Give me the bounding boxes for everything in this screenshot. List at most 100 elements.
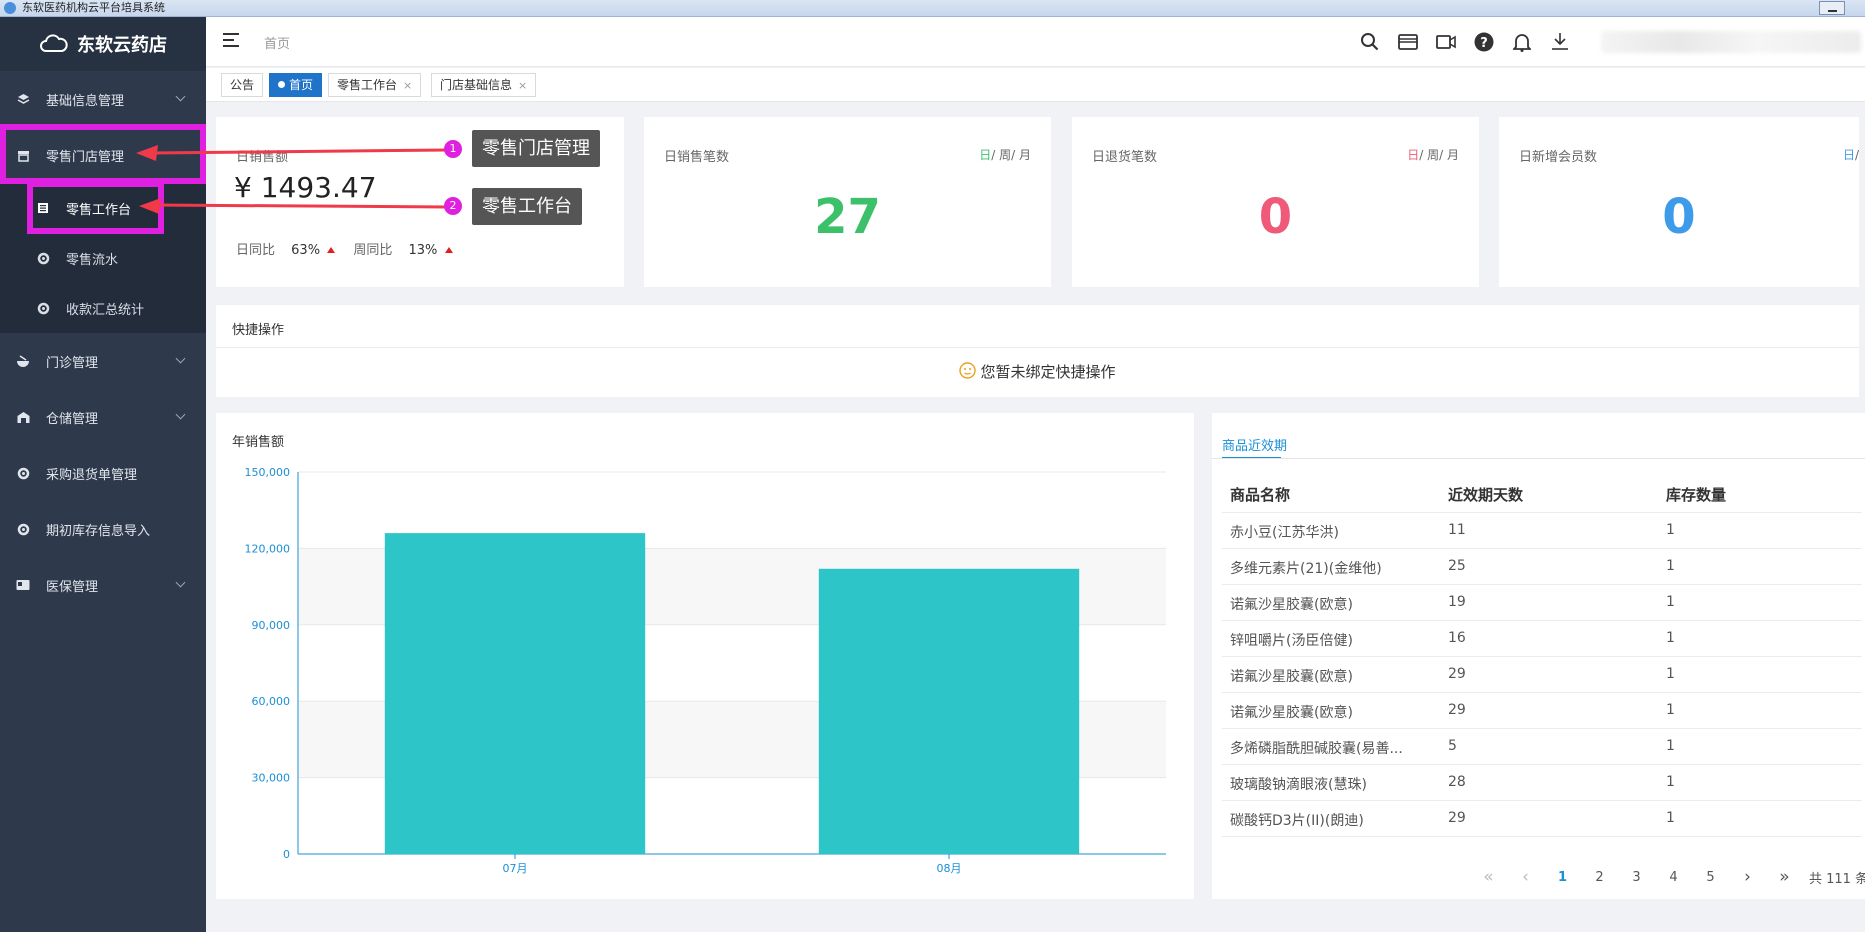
table-row[interactable]: 诺氟沙星胶囊(欧意) 19 1: [1222, 585, 1862, 621]
logo[interactable]: 东软云药店: [0, 17, 206, 71]
sidebar-item-label: 基础信息管理: [46, 93, 125, 109]
next-page-icon[interactable]: ›: [1729, 867, 1766, 887]
table-cell: 诺氟沙星胶囊(欧意): [1230, 597, 1353, 613]
table-cell: 5: [1448, 738, 1457, 754]
table-cell: 1: [1666, 702, 1675, 718]
user-info-blurred[interactable]: [1601, 31, 1861, 53]
table-cell: 29: [1448, 810, 1466, 826]
table-cell: 赤小豆(江苏华洪): [1230, 525, 1339, 541]
page-number[interactable]: 4: [1655, 870, 1692, 885]
y-tick-label: 0: [283, 848, 290, 861]
table-row[interactable]: 碳酸钙D3片(II)(朗迪) 29 1: [1222, 801, 1862, 837]
annotation-callout-1: 零售门店管理: [472, 130, 600, 167]
sidebar-item-label: 收款汇总统计: [66, 302, 145, 318]
table-cell: 19: [1448, 594, 1466, 610]
last-page-icon[interactable]: »: [1766, 867, 1803, 887]
period-switch[interactable]: 日/ 周/ 月: [979, 146, 1031, 163]
sidebar-item-initial-stock[interactable]: 期初库存信息导入: [0, 501, 206, 557]
table-cell: 29: [1448, 702, 1466, 718]
period-week[interactable]: /: [1855, 148, 1859, 162]
card-icon: [16, 578, 30, 592]
smile-icon: [959, 362, 977, 383]
period-day[interactable]: 日: [979, 148, 991, 162]
close-icon[interactable]: ×: [518, 79, 527, 92]
table-row[interactable]: 多烯磷脂酰胆碱胶囊(易善... 5 1: [1222, 729, 1862, 765]
tab-store-info[interactable]: 门店基础信息 ×: [431, 73, 537, 97]
chevron-down-icon: [175, 409, 186, 420]
daily-members-value: 0: [1662, 189, 1696, 245]
period-day[interactable]: 日: [1407, 148, 1419, 162]
x-tick-label: 07月: [503, 862, 528, 875]
table-cell: 1: [1666, 522, 1675, 538]
window-titlebar: 东软医药机构云平台培具系统: [0, 0, 1865, 17]
table-row[interactable]: 玻璃酸钠滴眼液(慧珠) 28 1: [1222, 765, 1862, 801]
sidebar-item-retail-flow[interactable]: 零售流水: [0, 233, 206, 283]
quick-empty-text: 您暂未绑定快捷操作: [980, 363, 1116, 381]
stat-title: 日销售额: [236, 150, 289, 165]
wallet-icon[interactable]: [1397, 31, 1418, 52]
table-cell: 1: [1666, 666, 1675, 682]
tab-retail-workbench[interactable]: 零售工作台 ×: [328, 73, 422, 97]
tab-announcement[interactable]: 公告: [221, 73, 264, 97]
day-compare-label: 日同比: [236, 243, 276, 258]
tab-expiry[interactable]: 商品近效期: [1222, 435, 1287, 454]
annotation-badge-2: 2: [444, 197, 462, 215]
annual-sales-panel: 年销售额 0 30,000 60,000 90,000 120,000 150,000 07…: [216, 413, 1194, 899]
layers-icon: [16, 92, 30, 106]
breadcrumb[interactable]: 首页: [264, 33, 290, 52]
page-number[interactable]: 1: [1544, 870, 1581, 885]
daily-orders-card: 日销售笔数 日/ 周/ 月 27: [644, 117, 1051, 287]
column-header: 商品名称: [1230, 486, 1291, 504]
period-switch[interactable]: 日/: [1843, 146, 1859, 163]
quick-empty-row: 您暂未绑定快捷操作: [216, 361, 1859, 383]
table-cell: 1: [1666, 630, 1675, 646]
sidebar-item-basic-info[interactable]: 基础信息管理: [0, 71, 206, 127]
period-month[interactable]: / 月: [1011, 148, 1031, 162]
sidebar-item-clinic[interactable]: 门诊管理: [0, 333, 206, 389]
first-page-icon[interactable]: «: [1470, 867, 1507, 887]
sidebar-item-warehouse[interactable]: 仓储管理: [0, 389, 206, 445]
pagination: «‹ 1 2 3 4 5 ›» 共 111 条: [1212, 867, 1865, 887]
prev-page-icon[interactable]: ‹: [1507, 867, 1544, 887]
tab-home[interactable]: 首页: [269, 73, 323, 97]
menu-toggle-icon[interactable]: [223, 33, 239, 47]
period-month[interactable]: / 月: [1439, 148, 1459, 162]
y-tick-label: 150,000: [245, 466, 291, 479]
sidebar-item-purchase-return[interactable]: 采购退货单管理: [0, 445, 206, 501]
close-icon[interactable]: ×: [403, 79, 412, 92]
video-icon[interactable]: [1435, 31, 1456, 52]
chevron-down-icon: [175, 353, 186, 364]
page-number[interactable]: 3: [1618, 870, 1655, 885]
help-icon[interactable]: ?: [1473, 31, 1494, 52]
gear-icon: [16, 466, 30, 480]
annual-sales-chart: 0 30,000 60,000 90,000 120,000 150,000 07月 08月: [245, 466, 1166, 875]
header-icons: ?: [1359, 31, 1570, 52]
table-row[interactable]: 多维元素片(21)(金维他) 25 1: [1222, 549, 1862, 585]
period-switch[interactable]: 日/ 周/ 月: [1407, 146, 1459, 163]
sidebar-item-payment-summary[interactable]: 收款汇总统计: [0, 283, 206, 333]
sidebar-item-medical-insurance[interactable]: 医保管理: [0, 557, 206, 613]
page-number[interactable]: 5: [1692, 870, 1729, 885]
tab-label: 公告: [230, 78, 255, 92]
sidebar-item-label: 采购退货单管理: [46, 467, 138, 483]
minimize-button[interactable]: [1819, 1, 1845, 15]
table-cell: 28: [1448, 774, 1466, 790]
period-week[interactable]: / 周: [1419, 148, 1439, 162]
page-number[interactable]: 2: [1581, 870, 1618, 885]
total-count: 共 111 条: [1809, 871, 1865, 887]
bell-icon[interactable]: [1511, 31, 1532, 52]
table-row[interactable]: 诺氟沙星胶囊(欧意) 29 1: [1222, 693, 1862, 729]
sidebar-item-retail-store[interactable]: 零售门店管理: [0, 127, 206, 183]
search-icon[interactable]: [1359, 31, 1380, 52]
table-cell: 16: [1448, 630, 1466, 646]
download-icon[interactable]: [1549, 31, 1570, 52]
gear-icon: [16, 522, 30, 536]
table-row[interactable]: 锌咀嚼片(汤臣倍健) 16 1: [1222, 621, 1862, 657]
sidebar-item-retail-workbench[interactable]: 零售工作台: [0, 183, 206, 233]
table-cell: 碳酸钙D3片(II)(朗迪): [1230, 813, 1364, 829]
period-week[interactable]: / 周: [991, 148, 1011, 162]
period-day[interactable]: 日: [1843, 148, 1855, 162]
table-row[interactable]: 诺氟沙星胶囊(欧意) 29 1: [1222, 657, 1862, 693]
week-compare-label: 周同比: [353, 243, 393, 258]
table-row[interactable]: 赤小豆(江苏华洪) 11 1: [1222, 513, 1862, 549]
